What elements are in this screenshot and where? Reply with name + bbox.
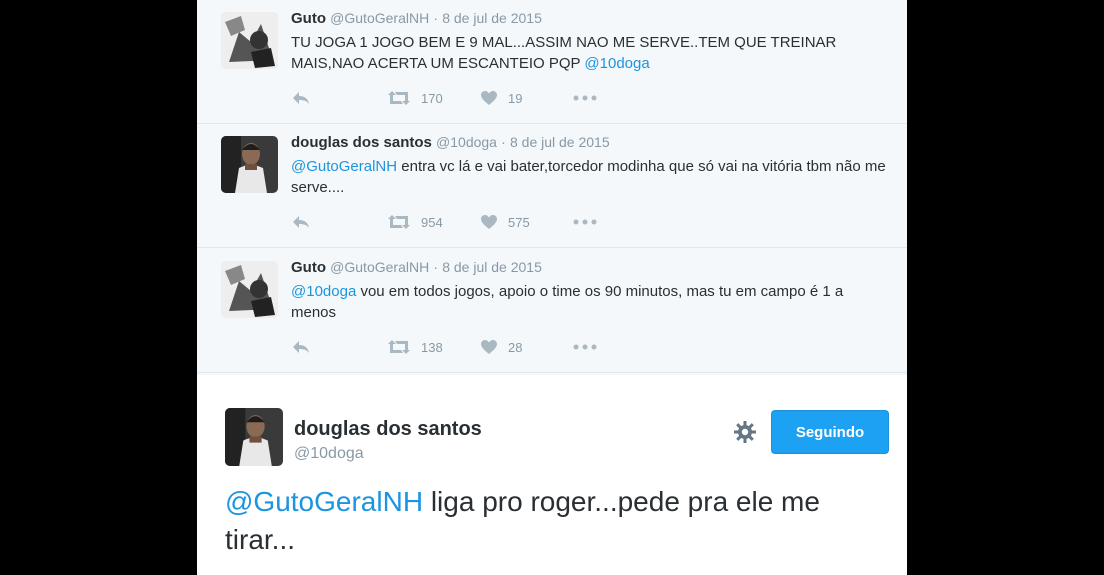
retweet-button[interactable]: 954: [387, 212, 443, 232]
more-dots-icon: [573, 95, 597, 101]
retweet-count: 954: [421, 214, 443, 230]
heart-icon: [481, 215, 497, 229]
more-button[interactable]: [573, 88, 597, 108]
separator-dot: ·: [501, 134, 506, 150]
tweet-text: TU JOGA 1 JOGO BEM E 9 MAL...ASSIM NAO M…: [291, 32, 891, 74]
heart-icon: [481, 91, 497, 105]
like-button[interactable]: 19: [480, 88, 522, 108]
retweet-icon: [388, 340, 410, 354]
tweet-actions: 170 19: [291, 88, 691, 108]
tweet-actions: 954 575: [291, 212, 691, 232]
reply-button[interactable]: [291, 88, 311, 108]
user-avatar-icon[interactable]: [221, 261, 278, 318]
user-avatar-icon[interactable]: [221, 136, 278, 193]
retweet-count: 170: [421, 90, 443, 106]
reply-icon: [293, 216, 309, 228]
like-count: 575: [508, 214, 530, 230]
tweet-header: Guto @GutoGeralNH · 8 de jul de 2015: [291, 10, 542, 27]
reply-icon: [293, 341, 309, 353]
mention-link[interactable]: @GutoGeralNH: [291, 158, 397, 175]
conversation-thread: Guto @GutoGeralNH · 8 de jul de 2015 TU …: [197, 0, 907, 375]
retweet-icon: [388, 91, 410, 105]
main-tweet-text: @GutoGeralNH liga pro roger...pede pra e…: [225, 483, 885, 559]
retweet-button[interactable]: 170: [387, 88, 443, 108]
tweet-text: @10doga vou em todos jogos, apoio o time…: [291, 281, 891, 323]
tweet-screenshot-panel: Guto @GutoGeralNH · 8 de jul de 2015 TU …: [197, 0, 907, 575]
reply-button[interactable]: [291, 337, 311, 357]
like-button[interactable]: 28: [480, 337, 522, 357]
mention-link[interactable]: @10doga: [291, 283, 356, 300]
author-handle[interactable]: @GutoGeralNH: [330, 259, 429, 275]
gear-icon[interactable]: [733, 420, 757, 444]
heart-icon: [481, 340, 497, 354]
tweet-header: Guto @GutoGeralNH · 8 de jul de 2015: [291, 259, 542, 276]
tweet-header: douglas dos santos @10doga · 8 de jul de…: [291, 134, 610, 151]
retweet-count: 138: [421, 339, 443, 355]
separator-dot: ·: [433, 259, 439, 275]
tweet-item[interactable]: Guto @GutoGeralNH · 8 de jul de 2015 TU …: [197, 0, 907, 124]
tweet-actions: 138 28: [291, 337, 691, 357]
author-handle[interactable]: @GutoGeralNH: [330, 10, 429, 26]
tweet-text-body: TU JOGA 1 JOGO BEM E 9 MAL...ASSIM NAO M…: [291, 34, 837, 72]
like-count: 19: [508, 90, 523, 106]
more-button[interactable]: [573, 337, 597, 357]
author-name[interactable]: Guto: [291, 259, 326, 276]
tweet-date[interactable]: 8 de jul de 2015: [442, 10, 542, 26]
tweet-item[interactable]: Guto @GutoGeralNH · 8 de jul de 2015 @10…: [197, 249, 907, 373]
retweet-button[interactable]: 138: [387, 337, 443, 357]
tweet-date[interactable]: 8 de jul de 2015: [510, 134, 610, 150]
separator-dot: ·: [433, 10, 439, 26]
more-button[interactable]: [573, 212, 597, 232]
reply-button[interactable]: [291, 212, 311, 232]
mention-link[interactable]: @GutoGeralNH: [225, 486, 423, 517]
more-dots-icon: [573, 219, 597, 225]
main-author-handle[interactable]: @10doga: [294, 445, 364, 463]
user-avatar-icon[interactable]: [225, 408, 283, 466]
author-name[interactable]: Guto: [291, 10, 326, 27]
user-avatar-icon[interactable]: [221, 12, 278, 69]
following-button[interactable]: Seguindo: [771, 410, 889, 454]
mention-link[interactable]: @10doga: [584, 55, 649, 72]
tweet-date[interactable]: 8 de jul de 2015: [442, 259, 542, 275]
more-dots-icon: [573, 344, 597, 350]
reply-icon: [293, 92, 309, 104]
like-count: 28: [508, 339, 523, 355]
like-button[interactable]: 575: [480, 212, 530, 232]
tweet-text-body: vou em todos jogos, apoio o time os 90 m…: [291, 283, 844, 321]
author-handle[interactable]: @10doga: [436, 134, 497, 150]
retweet-icon: [388, 215, 410, 229]
tweet-text: @GutoGeralNH entra vc lá e vai bater,tor…: [291, 156, 891, 198]
tweet-item[interactable]: douglas dos santos @10doga · 8 de jul de…: [197, 124, 907, 248]
main-author-name[interactable]: douglas dos santos: [294, 418, 482, 441]
author-name[interactable]: douglas dos santos: [291, 134, 432, 151]
